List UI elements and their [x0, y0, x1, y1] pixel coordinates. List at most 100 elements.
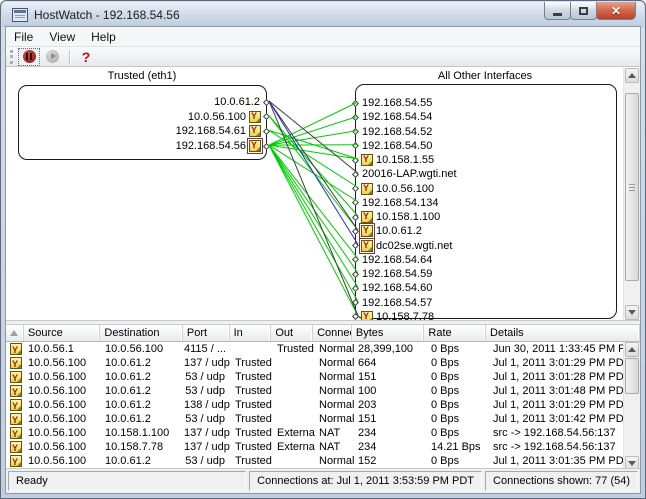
table-row[interactable]: 10.0.56.110.0.56.1004115 / ...TrustedNor…: [6, 342, 640, 356]
table-row[interactable]: 10.0.56.10010.0.61.2137 / udpTrustedNorm…: [6, 356, 640, 370]
firewall-icon: [361, 225, 373, 237]
minimize-button[interactable]: [544, 2, 571, 20]
cell-bytes: 151: [354, 370, 427, 384]
host-node-other[interactable]: 192.168.54.60: [351, 281, 434, 295]
host-label: 192.168.54.54: [360, 111, 434, 123]
cell-connection: NAT: [315, 440, 354, 454]
host-label: 10.0.61.2: [212, 96, 262, 108]
cell-rate: 0 Bps: [427, 426, 489, 440]
other-panel-box: 192.168.54.55192.168.54.54192.168.54.521…: [355, 84, 617, 319]
table-row[interactable]: 10.0.56.10010.0.61.253 / udpTrustedNorma…: [6, 412, 640, 426]
diagram-scroll-down-button[interactable]: [625, 305, 639, 320]
cell-destination: 10.158.1.100: [101, 426, 184, 440]
host-node-other[interactable]: 192.168.54.64: [351, 253, 434, 267]
host-node-other[interactable]: 10.0.61.2: [351, 224, 424, 238]
host-node-trusted[interactable]: 192.168.54.61: [174, 124, 271, 138]
host-node-other[interactable]: 10.158.1.55: [351, 153, 436, 167]
host-node-other[interactable]: 192.168.54.50: [351, 139, 434, 153]
close-button[interactable]: ✕: [596, 2, 636, 20]
node-diamond-icon: [352, 213, 359, 220]
help-button[interactable]: ?: [75, 48, 97, 66]
column-header-connect[interactable]: Connect...: [313, 325, 352, 341]
node-diamond-icon: [263, 143, 270, 150]
host-node-trusted[interactable]: 10.0.61.2: [212, 95, 271, 109]
row-icon-cell: [6, 356, 24, 370]
node-diamond-icon: [263, 113, 270, 120]
column-header-destination[interactable]: Destination: [100, 325, 182, 341]
connection-line: [269, 145, 358, 273]
table-row[interactable]: 10.0.56.10010.0.61.2138 / udpTrustedNorm…: [6, 398, 640, 412]
cell-out: Trusted: [273, 342, 315, 356]
table-scrollbar[interactable]: [623, 342, 640, 471]
table-scroll-up-button[interactable]: [625, 342, 639, 357]
cell-destination: 10.0.61.2: [101, 398, 184, 412]
diagram-scrollbar[interactable]: [623, 68, 640, 320]
host-node-other[interactable]: 20016-LAP.wgti.net: [351, 167, 459, 181]
diagram-scrollbar-thumb[interactable]: [625, 93, 639, 281]
menu-view[interactable]: View: [41, 28, 83, 46]
table-scrollbar-thumb[interactable]: [625, 358, 639, 394]
host-node-other[interactable]: 10.158.1.100: [351, 210, 442, 224]
table-row[interactable]: 10.0.56.10010.158.7.78137 / udpTrustedEx…: [6, 440, 640, 454]
connection-line: [269, 101, 358, 245]
column-header-port[interactable]: Port: [183, 325, 230, 341]
column-header-rate[interactable]: Rate: [424, 325, 486, 341]
node-diamond-icon: [352, 99, 359, 106]
cell-details: Jul 1, 2011 3:01:28 PM PDT: [489, 370, 640, 384]
column-header-bytes[interactable]: Bytes: [352, 325, 425, 341]
cell-out: External: [273, 426, 315, 440]
node-diamond-icon: [352, 128, 359, 135]
column-header-out[interactable]: Out: [271, 325, 313, 341]
pause-button[interactable]: [18, 48, 40, 66]
host-node-other[interactable]: 192.168.54.134: [351, 196, 440, 210]
title-bar[interactable]: HostWatch - 192.168.54.56 ✕: [2, 2, 644, 27]
column-header-in[interactable]: In: [230, 325, 272, 341]
menu-file[interactable]: File: [6, 28, 41, 46]
column-header-details[interactable]: Details: [486, 325, 640, 341]
host-node-other[interactable]: 192.168.54.57: [351, 296, 434, 310]
column-header-source[interactable]: Source: [24, 325, 101, 341]
other-panel-title: All Other Interfaces: [438, 70, 532, 82]
firewall-icon: [10, 371, 22, 383]
host-node-trusted[interactable]: 192.168.54.56: [174, 139, 271, 153]
host-node-other[interactable]: 192.168.54.55: [351, 96, 434, 110]
host-node-other[interactable]: 192.168.54.59: [351, 267, 434, 281]
cell-port: 137 / udp: [184, 426, 231, 440]
firewall-icon: [361, 240, 373, 252]
cell-connection: Normal: [315, 454, 354, 468]
cell-source: 10.0.56.1: [24, 342, 101, 356]
host-node-other[interactable]: 192.168.54.52: [351, 125, 434, 139]
firewall-icon: [361, 211, 373, 223]
sort-column-header[interactable]: [6, 325, 24, 341]
host-node-other[interactable]: 10.158.7.78: [351, 310, 436, 320]
host-label: 192.168.54.57: [360, 297, 434, 309]
host-label: 10.158.1.55: [374, 154, 436, 166]
cell-source: 10.0.56.100: [24, 412, 101, 426]
table-row[interactable]: 10.0.56.10010.158.1.100137 / udpTrustedE…: [6, 426, 640, 440]
host-node-other[interactable]: 192.168.54.54: [351, 110, 434, 124]
maximize-button[interactable]: [570, 2, 597, 20]
toolbar-grip[interactable]: [10, 50, 13, 64]
table-row[interactable]: 10.0.56.10010.0.61.253 / udpTrustedNorma…: [6, 454, 640, 468]
host-node-trusted[interactable]: 10.0.56.100: [186, 110, 271, 124]
node-diamond-icon: [263, 128, 270, 135]
cell-connection: Normal: [315, 412, 354, 426]
host-label: 10.0.61.2: [374, 225, 424, 237]
cell-out: [273, 398, 315, 412]
play-button[interactable]: [41, 48, 63, 66]
firewall-icon: [10, 385, 22, 397]
window-title: HostWatch - 192.168.54.56: [34, 8, 180, 22]
row-icon-cell: [6, 454, 24, 468]
host-label: 192.168.54.55: [360, 97, 434, 109]
node-diamond-icon: [352, 256, 359, 263]
node-diamond-icon: [352, 171, 359, 178]
menu-help[interactable]: Help: [83, 28, 124, 46]
host-node-other[interactable]: dc02se.wgti.net: [351, 239, 454, 253]
table-row[interactable]: 10.0.56.10010.0.61.253 / udpTrustedNorma…: [6, 384, 640, 398]
diagram-scroll-up-button[interactable]: [625, 68, 639, 83]
cell-details: src -> 192.168.54.56:137: [489, 426, 640, 440]
table-row[interactable]: 10.0.56.10010.0.61.253 / udpTrustedNorma…: [6, 370, 640, 384]
close-icon: ✕: [611, 4, 621, 18]
host-node-other[interactable]: 10.0.56.100: [351, 182, 436, 196]
cell-in: Trusted: [231, 384, 273, 398]
